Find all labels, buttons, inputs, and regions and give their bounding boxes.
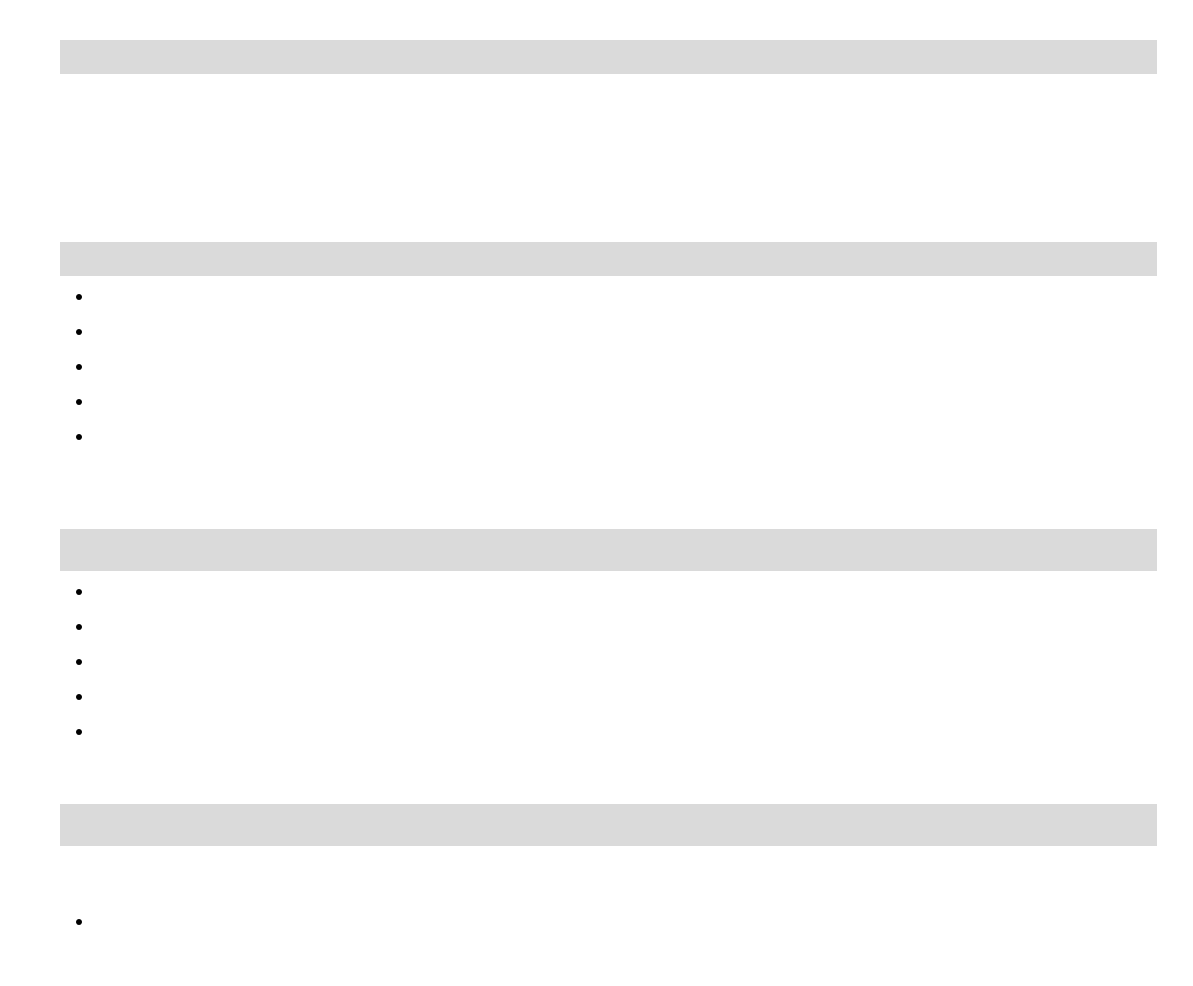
list-item — [94, 651, 1157, 670]
placeholder-bar-4 — [60, 804, 1157, 846]
list-item — [94, 911, 1157, 930]
bullet-list-1 — [60, 286, 1157, 445]
document-content — [36, 40, 1157, 930]
list-item — [94, 286, 1157, 305]
placeholder-bar-2 — [60, 242, 1157, 276]
spacer — [60, 461, 1157, 529]
list-item — [94, 721, 1157, 740]
bullet-list-2 — [60, 581, 1157, 740]
list-item — [94, 426, 1157, 445]
list-item — [94, 391, 1157, 410]
list-item — [94, 686, 1157, 705]
list-item — [94, 321, 1157, 340]
list-item — [94, 356, 1157, 375]
bullet-list-3 — [60, 911, 1157, 930]
placeholder-bar-3 — [60, 529, 1157, 571]
spacer — [60, 846, 1157, 901]
list-item — [94, 581, 1157, 600]
spacer — [60, 756, 1157, 804]
spacer — [60, 74, 1157, 242]
list-item — [94, 616, 1157, 635]
placeholder-bar-1 — [60, 40, 1157, 74]
